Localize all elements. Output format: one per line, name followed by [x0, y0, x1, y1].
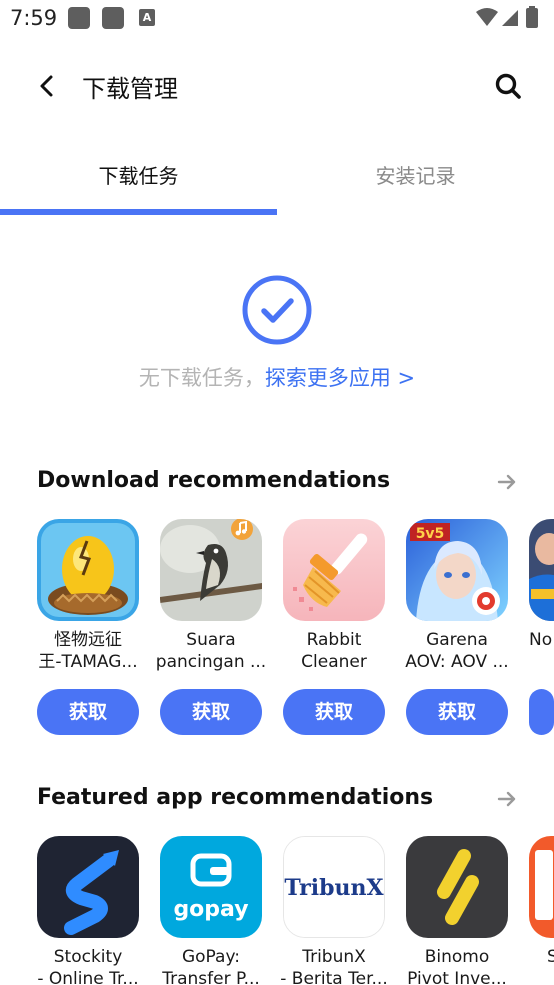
search-button[interactable]: [490, 68, 526, 104]
app-name: Rabbit Cleaner: [301, 630, 367, 672]
gopay-icon: gopay: [160, 836, 262, 938]
app-bar: 下载管理: [0, 58, 554, 114]
a-badge-icon: A: [139, 9, 155, 26]
get-button[interactable]: 获取: [406, 689, 508, 735]
tribunx-logo-text: TribunX: [284, 875, 384, 901]
search-icon: [495, 73, 521, 99]
tab-indicator: [0, 209, 277, 215]
binomo-icon: [406, 836, 508, 938]
empty-state-message: 无下载任务，探索更多应用 >: [0, 362, 554, 392]
bird-photo-icon: [160, 519, 262, 621]
tab-bar: 下载任务 安装记录: [0, 150, 554, 216]
gopay-logo-text: gopay: [173, 897, 248, 922]
get-button[interactable]: 获取: [37, 689, 139, 735]
signal-battery-icon: [476, 6, 538, 28]
svg-text:5v5: 5v5: [416, 526, 445, 542]
get-button[interactable]: 获取: [160, 689, 262, 735]
tab-install-history[interactable]: 安装记录: [277, 150, 554, 216]
tribunx-icon: TribunX: [283, 836, 385, 938]
featured-recommendations-title: Featured app recommendations: [37, 785, 434, 810]
back-arrow-icon: [40, 75, 53, 97]
empty-state-text: 无下载任务，: [138, 366, 265, 390]
explore-more-apps-link[interactable]: 探索更多应用 >: [265, 366, 415, 390]
broom-icon: [283, 519, 385, 621]
download-manager-screen: 7:59 A 下载管理 下载任务 安装记录 无下载任务，探索更多应用 > Dow…: [0, 0, 554, 985]
back-button[interactable]: [28, 68, 64, 104]
app-name: GoPay: Transfer P...: [162, 947, 260, 985]
notification-icon: [102, 7, 124, 29]
app-name: 怪物远征 王-TAMAG...: [38, 630, 138, 672]
app-name: No: [529, 630, 553, 650]
app-name: Stockity - Online Tr...: [37, 947, 139, 985]
check-circle-icon: [242, 275, 312, 345]
arrow-right-icon[interactable]: [496, 471, 518, 493]
status-bar: 7:59 A: [0, 0, 554, 38]
app-name: S: [547, 946, 554, 968]
get-button[interactable]: [529, 689, 554, 735]
app-name: Binomo Pivot Inve...: [407, 947, 507, 985]
golden-egg-icon: [37, 519, 139, 621]
page-title: 下载管理: [82, 75, 178, 103]
tab-download-tasks[interactable]: 下载任务: [0, 150, 277, 216]
notification-icon: [68, 7, 90, 29]
app-name: Garena AOV: AOV ...: [405, 630, 509, 672]
aov-game-icon: 5v5: [406, 519, 508, 621]
status-time: 7:59: [10, 6, 58, 30]
game-character-icon: [529, 519, 554, 621]
get-button[interactable]: 获取: [283, 689, 385, 735]
app-name: TribunX - Berita Ter...: [280, 947, 388, 985]
arrow-right-icon[interactable]: [496, 788, 518, 810]
download-recommendations-title: Download recommendations: [37, 468, 391, 493]
app-name: Suara pancingan ...: [155, 630, 267, 672]
stockity-icon: [37, 836, 139, 938]
partial-app-icon: [529, 836, 554, 938]
